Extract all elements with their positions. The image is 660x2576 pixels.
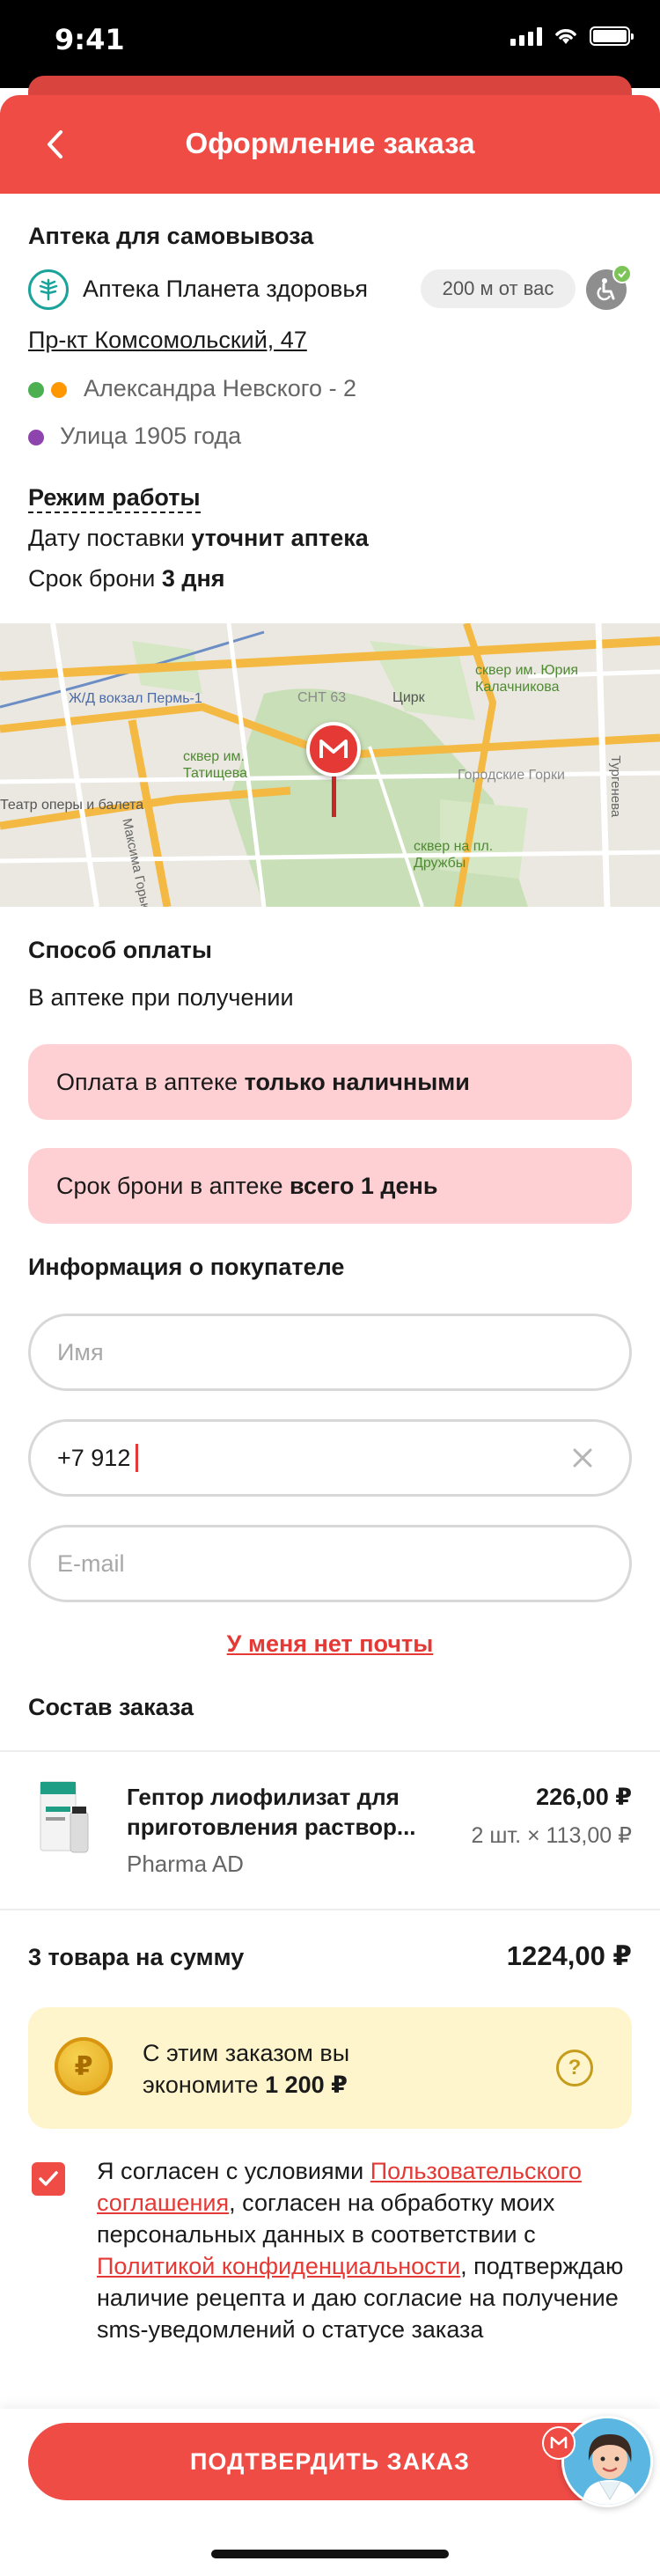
metro-station: Улица 1905 года	[60, 423, 242, 449]
name-field[interactable]: Имя	[28, 1314, 632, 1391]
product-image	[35, 1777, 93, 1858]
phone-value: +7 912	[57, 1444, 131, 1471]
divider	[0, 1750, 660, 1752]
consent-text: Я согласен с условиями Пользовательского…	[97, 2155, 634, 2345]
confirm-order-button[interactable]: ПОДТВЕРДИТЬ ЗАКАЗ	[28, 2423, 632, 2500]
work-hours-label: Режим работы	[28, 484, 201, 513]
divider	[0, 1909, 660, 1910]
status-bar: 9:41	[0, 0, 660, 88]
savings-banner: ₽ С этим заказом вы экономите 1 200 ₽ ?	[28, 2007, 632, 2129]
check-badge-icon	[612, 264, 632, 283]
status-icons	[510, 26, 634, 46]
order-summary-label: 3 товара на сумму	[28, 1944, 245, 1970]
product-manufacturer: Pharma AD	[127, 1851, 244, 1877]
page-title: Оформление заказа	[185, 127, 475, 159]
product-total: 226,00 ₽	[536, 1784, 632, 1810]
notice-emphasis: только наличными	[244, 1068, 470, 1095]
pharmacy-address-link[interactable]: Пр-кт Комсомольский, 47	[28, 327, 307, 354]
map-label-opera: Театр оперы и балета	[0, 798, 144, 813]
payment-section-title: Способ оплаты	[28, 937, 212, 963]
pharmacy-logo-icon	[28, 269, 69, 310]
order-section-title: Состав заказа	[28, 1694, 194, 1720]
consent-checkbox[interactable]	[32, 2162, 65, 2196]
product-name[interactable]: Гептор лиофилизат для приготовления раст…	[127, 1782, 416, 1842]
consent-part: Я согласен с условиями	[97, 2158, 370, 2184]
map-label-square-druzhby: сквер на пл. Дружбы	[414, 839, 494, 871]
email-field[interactable]: E-mail	[28, 1525, 632, 1602]
battery-icon	[590, 26, 634, 46]
map-label-square-tatishchev: сквер им. Татищева	[183, 749, 247, 781]
home-indicator	[211, 2550, 449, 2558]
pharmacy-name: Аптека Планета здоровья	[83, 276, 369, 302]
work-hours-link[interactable]: Режим работы	[28, 484, 201, 513]
name-placeholder: Имя	[57, 1338, 104, 1365]
map-label-gorodskie-gorki: Городские Горки	[458, 768, 565, 783]
map-label-square-north: сквер им. Юрия Калачникова	[475, 663, 579, 695]
cash-only-notice: Оплата в аптеке только наличными	[28, 1044, 632, 1120]
savings-line: экономите	[143, 2072, 266, 2098]
clear-phone-button[interactable]	[566, 1441, 599, 1475]
metro-line-dot	[28, 382, 44, 398]
pickup-section-title: Аптека для самовывоза	[28, 223, 314, 249]
metro-line-dot	[51, 382, 67, 398]
product-qty-price: 2 шт. × 113,00 ₽	[471, 1823, 632, 1848]
text-caret	[136, 1444, 139, 1472]
reserve-notice: Срок брони в аптеке всего 1 день	[28, 1148, 632, 1224]
notice-text: Срок брони в аптеке	[56, 1172, 283, 1199]
map-pin-stem	[332, 776, 336, 817]
distance-badge: 200 м от вас	[421, 269, 576, 308]
reserve-period: Срок брони 3 дня	[28, 565, 225, 592]
help-icon[interactable]: ?	[556, 2050, 593, 2087]
delivery-date-label: Дату поставки	[28, 525, 192, 551]
notice-text: Оплата в аптеке	[56, 1068, 238, 1095]
savings-text: С этим заказом вы экономите 1 200 ₽	[143, 2037, 349, 2101]
notice-emphasis: всего 1 день	[290, 1172, 438, 1199]
close-icon	[573, 1448, 592, 1468]
checkmark-icon	[39, 2171, 58, 2186]
wifi-icon	[555, 29, 576, 44]
email-placeholder: E-mail	[57, 1549, 125, 1577]
pharmacy-map[interactable]: Ж/Д вокзал Пермь-1 СНТ 63 Цирк сквер им.…	[0, 623, 660, 907]
delivery-date-value: уточнит аптека	[191, 525, 369, 551]
reserve-value: 3 дня	[161, 565, 225, 592]
no-email-link[interactable]: У меня нет почты	[0, 1630, 660, 1658]
privacy-policy-link[interactable]: Политикой конфиденциальности	[97, 2253, 460, 2279]
buyer-section-title: Информация о покупателе	[28, 1254, 345, 1280]
reserve-label: Срок брони	[28, 565, 162, 592]
metro-line-dot	[28, 430, 44, 445]
wheelchair-access-icon	[586, 264, 632, 310]
brand-badge-icon	[542, 2426, 576, 2460]
map-label-snt: СНТ 63	[297, 690, 347, 705]
signal-icon	[510, 26, 542, 46]
metro-station: Александра Невского - 2	[84, 375, 357, 401]
top-bar: Оформление заказа	[0, 95, 660, 194]
map-pin-icon[interactable]	[306, 722, 361, 776]
map-label-station: Ж/Д вокзал Пермь-1	[69, 691, 202, 706]
phone-field[interactable]: +7 912	[28, 1419, 632, 1497]
ruble-coin-icon: ₽	[55, 2037, 113, 2095]
status-time: 9:41	[55, 23, 125, 56]
map-label-circus: Цирк	[392, 690, 425, 705]
product-name-line: приготовления раствор...	[127, 1814, 416, 1840]
order-summary-total: 1224,00 ₽	[506, 1940, 632, 1971]
map-label-street-turgeneva: Тургенева	[608, 755, 623, 818]
payment-method: В аптеке при получении	[28, 984, 294, 1011]
savings-amount: 1 200 ₽	[265, 2072, 348, 2098]
assistant-avatar[interactable]	[561, 2416, 653, 2507]
product-name-line: Гептор лиофилизат для	[127, 1784, 400, 1810]
savings-line: С этим заказом вы	[143, 2040, 350, 2066]
delivery-date: Дату поставки уточнит аптека	[28, 525, 369, 552]
